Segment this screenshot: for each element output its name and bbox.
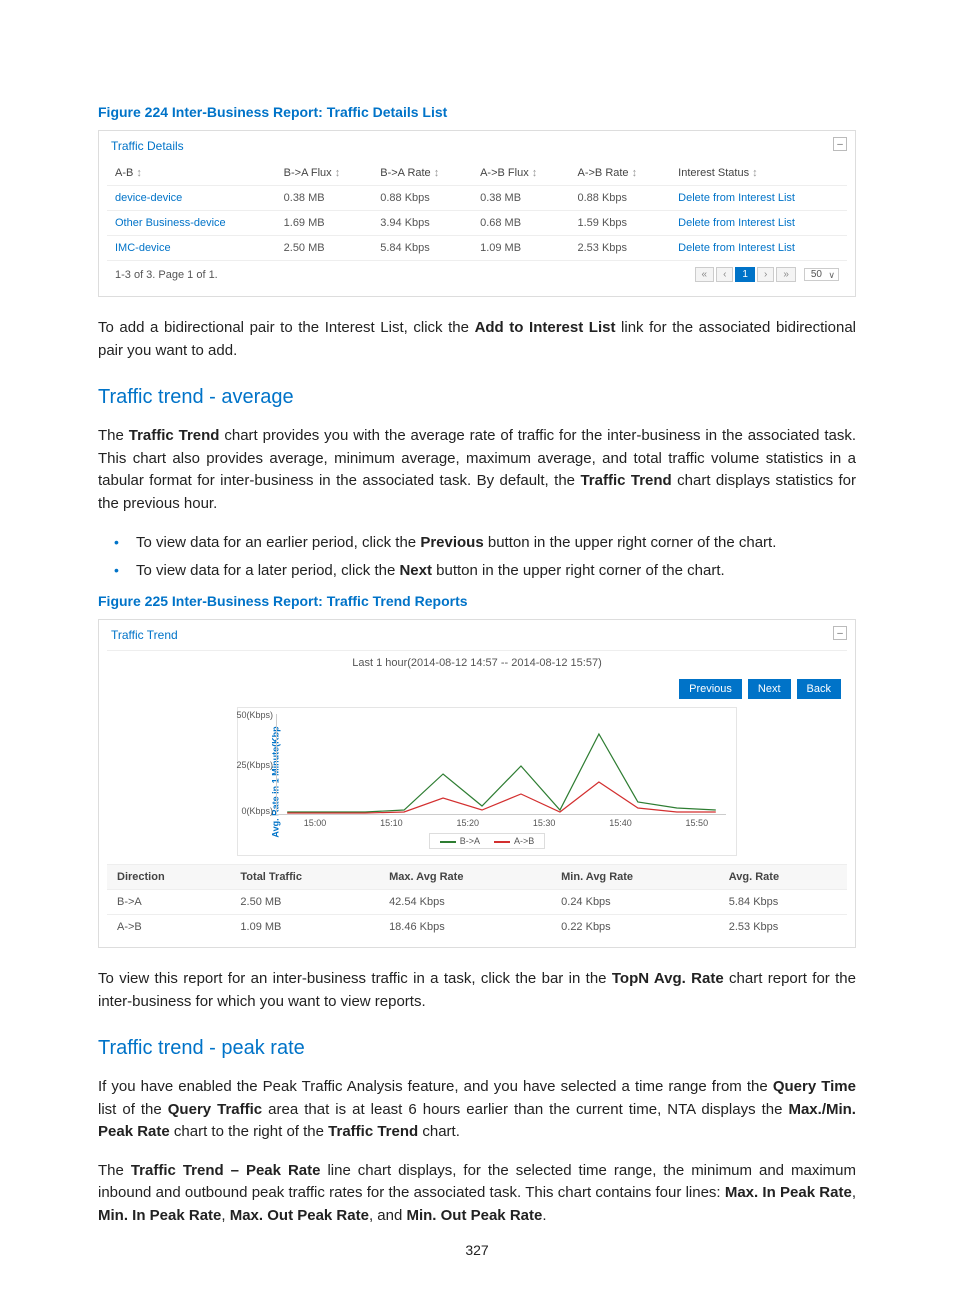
bullet-previous: To view data for an earlier period, clic… <box>100 531 856 555</box>
para-add-interest: To add a bidirectional pair to the Inter… <box>98 317 856 362</box>
traffic-trend-title: Traffic Trend <box>107 626 847 650</box>
col-ab-flux[interactable]: A->B Flux <box>472 161 569 186</box>
collapse-icon[interactable]: – <box>833 626 847 640</box>
back-button[interactable]: Back <box>797 679 841 699</box>
table-row: B->A2.50 MB42.54 Kbps0.24 Kbps5.84 Kbps <box>107 890 847 915</box>
delete-interest-link[interactable]: Delete from Interest List <box>678 217 795 229</box>
page-number: 327 <box>0 1242 954 1258</box>
ab-link[interactable]: Other Business-device <box>115 217 226 229</box>
collapse-icon[interactable]: – <box>833 137 847 151</box>
bullets-avg: To view data for an earlier period, clic… <box>98 531 856 583</box>
legend-item: A->B <box>494 836 534 846</box>
figure-225-caption: Figure 225 Inter-Business Report: Traffi… <box>98 593 856 609</box>
pager-info: 1-3 of 3. Page 1 of 1. <box>115 269 218 281</box>
col-ba-flux[interactable]: B->A Flux <box>276 161 373 186</box>
table-row: IMC-device2.50 MB5.84 Kbps1.09 MB2.53 Kb… <box>107 236 847 261</box>
trend-stats-table: Direction Total Traffic Max. Avg Rate Mi… <box>107 864 847 939</box>
pager-last[interactable]: » <box>776 267 796 282</box>
col-interest[interactable]: Interest Status <box>670 161 847 186</box>
xtick: 15:10 <box>380 818 403 828</box>
stats-col-total: Total Traffic <box>230 865 379 890</box>
ab-link[interactable]: device-device <box>115 192 182 204</box>
pager-next[interactable]: › <box>757 267 774 282</box>
pager-prev[interactable]: ‹ <box>716 267 733 282</box>
pager-size-select[interactable]: 50 <box>804 268 839 281</box>
traffic-details-table: A-B B->A Flux B->A Rate A->B Flux A->B R… <box>107 161 847 261</box>
ab-link[interactable]: IMC-device <box>115 242 171 254</box>
pager-page-1[interactable]: 1 <box>735 267 755 282</box>
ytick-25: 25(Kbps) <box>229 760 273 770</box>
stats-col-direction: Direction <box>107 865 230 890</box>
col-ba-rate[interactable]: B->A Rate <box>372 161 472 186</box>
figure-224-caption: Figure 224 Inter-Business Report: Traffi… <box>98 104 856 120</box>
traffic-details-title: Traffic Details <box>107 137 847 161</box>
xtick: 15:50 <box>686 818 709 828</box>
xtick: 15:40 <box>609 818 632 828</box>
heading-traffic-trend-peak: Traffic trend - peak rate <box>98 1037 856 1060</box>
trend-chart: Avg. Rate in 1 Minute(Kbp 50(Kbps) 25(Kb… <box>237 707 737 856</box>
para-peak-1: If you have enabled the Peak Traffic Ana… <box>98 1076 856 1144</box>
xtick: 15:30 <box>533 818 556 828</box>
traffic-details-panel: – Traffic Details A-B B->A Flux B->A Rat… <box>98 130 856 297</box>
para-peak-2: The Traffic Trend – Peak Rate line chart… <box>98 1160 856 1228</box>
traffic-trend-panel: – Traffic Trend Last 1 hour(2014-08-12 1… <box>98 619 856 948</box>
stats-col-max: Max. Avg Rate <box>379 865 551 890</box>
chart-legend: B->A A->B <box>429 833 546 849</box>
table-row: device-device0.38 MB0.88 Kbps0.38 MB0.88… <box>107 186 847 211</box>
bullet-next: To view data for a later period, click t… <box>100 559 856 583</box>
delete-interest-link[interactable]: Delete from Interest List <box>678 242 795 254</box>
stats-col-avg: Avg. Rate <box>719 865 847 890</box>
ytick-50: 50(Kbps) <box>229 710 273 720</box>
col-ab-rate[interactable]: A->B Rate <box>570 161 671 186</box>
table-row: Other Business-device1.69 MB3.94 Kbps0.6… <box>107 211 847 236</box>
stats-col-min: Min. Avg Rate <box>551 865 719 890</box>
ytick-0: 0(Kbps) <box>229 806 273 816</box>
col-ab[interactable]: A-B <box>107 161 276 186</box>
table-row: A->B1.09 MB18.46 Kbps0.22 Kbps2.53 Kbps <box>107 915 847 940</box>
xtick: 15:20 <box>456 818 479 828</box>
para-avg-desc: The Traffic Trend chart provides you wit… <box>98 425 856 515</box>
pager-first[interactable]: « <box>695 267 715 282</box>
next-button[interactable]: Next <box>748 679 791 699</box>
xtick: 15:00 <box>304 818 327 828</box>
legend-item: B->A <box>440 836 480 846</box>
delete-interest-link[interactable]: Delete from Interest List <box>678 192 795 204</box>
para-view-report: To view this report for an inter-busines… <box>98 968 856 1013</box>
previous-button[interactable]: Previous <box>679 679 742 699</box>
heading-traffic-trend-average: Traffic trend - average <box>98 386 856 409</box>
trend-range: Last 1 hour(2014-08-12 14:57 -- 2014-08-… <box>107 650 847 679</box>
